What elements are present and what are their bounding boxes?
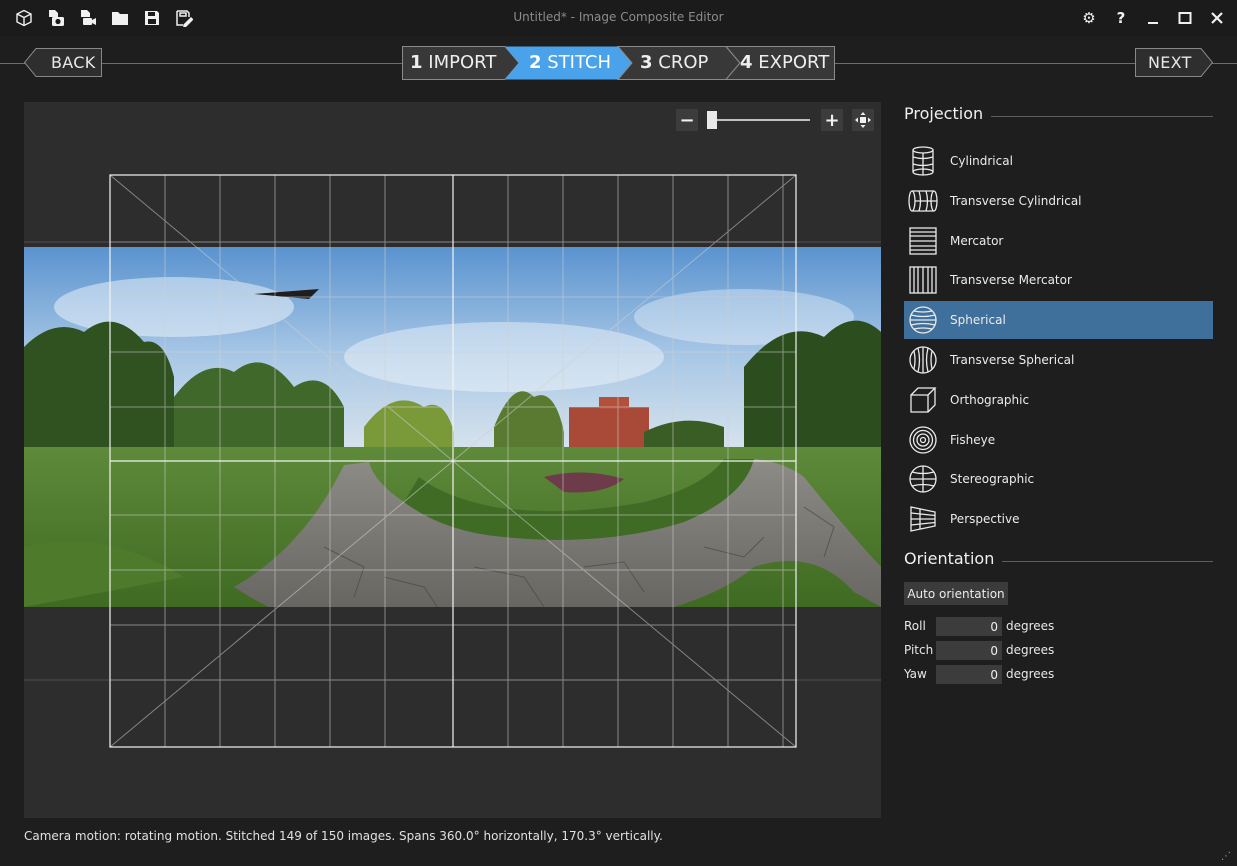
title-bar: Untitled* - Image Composite Editor ⚙ ? bbox=[0, 0, 1237, 36]
help-icon[interactable]: ? bbox=[1109, 6, 1133, 30]
pitch-label: Pitch bbox=[904, 643, 934, 657]
yaw-label: Yaw bbox=[904, 667, 927, 681]
open-project-icon[interactable] bbox=[110, 8, 130, 28]
projection-label: Mercator bbox=[950, 233, 1004, 248]
projection-label: Stereographic bbox=[950, 472, 1035, 487]
resize-grip-icon[interactable]: ⋰ bbox=[1221, 851, 1231, 862]
projection-label: Transverse Mercator bbox=[950, 273, 1072, 288]
projection-item-cylindrical[interactable]: Cylindrical bbox=[904, 142, 1213, 180]
projection-grid bbox=[24, 174, 881, 748]
yaw-unit: degrees bbox=[1006, 667, 1055, 681]
transverse-spherical-icon bbox=[905, 342, 941, 378]
fisheye-icon bbox=[905, 422, 941, 458]
back-label: BACK bbox=[51, 53, 96, 72]
projection-label: Orthographic bbox=[950, 392, 1030, 407]
mercator-icon bbox=[905, 223, 941, 259]
save-project-icon[interactable] bbox=[142, 8, 162, 28]
step-crop-label: CROP bbox=[658, 52, 709, 73]
projection-item-perspective[interactable]: Perspective bbox=[904, 500, 1213, 538]
perspective-icon bbox=[905, 501, 941, 537]
next-label: NEXT bbox=[1148, 53, 1192, 72]
pitch-input[interactable] bbox=[936, 641, 1002, 660]
save-as-icon[interactable] bbox=[174, 8, 194, 28]
projection-item-mercator[interactable]: Mercator bbox=[904, 222, 1213, 260]
status-message: Camera motion: rotating motion. Stitched… bbox=[24, 829, 663, 843]
step-export[interactable]: 4 EXPORT bbox=[740, 52, 829, 73]
window-controls: ⚙ ? bbox=[1077, 6, 1229, 30]
projection-label: Perspective bbox=[950, 512, 1020, 527]
new-from-video-icon[interactable] bbox=[78, 8, 98, 28]
roll-row: Roll degrees bbox=[904, 617, 1104, 636]
zoom-controls: − + bbox=[676, 108, 876, 132]
projection-label: Spherical bbox=[950, 313, 1006, 328]
zoom-slider[interactable] bbox=[708, 119, 810, 121]
orientation-heading-text: Orientation bbox=[904, 549, 1003, 568]
yaw-input[interactable] bbox=[936, 665, 1002, 684]
maximize-icon[interactable] bbox=[1173, 6, 1197, 30]
projection-label: Transverse Cylindrical bbox=[950, 193, 1082, 208]
settings-icon[interactable]: ⚙ bbox=[1077, 6, 1101, 30]
step-crop[interactable]: 3 CROP bbox=[640, 52, 708, 73]
orientation-panel: Orientation Auto orientation Roll degree… bbox=[904, 549, 1213, 684]
projection-label: Transverse Spherical bbox=[950, 352, 1075, 367]
yaw-row: Yaw degrees bbox=[904, 665, 1104, 684]
pitch-row: Pitch degrees bbox=[904, 641, 1104, 660]
step-export-number: 4 bbox=[740, 52, 753, 73]
transverse-mercator-icon bbox=[905, 262, 941, 298]
step-stitch-label: STITCH bbox=[547, 52, 612, 73]
spherical-icon bbox=[905, 302, 941, 338]
projection-label: Cylindrical bbox=[950, 154, 1013, 168]
zoom-out-button[interactable]: − bbox=[676, 109, 698, 131]
step-import[interactable]: 1 IMPORT bbox=[410, 52, 496, 73]
projection-item-stereographic[interactable]: Stereographic bbox=[904, 460, 1213, 498]
back-button[interactable]: BACK bbox=[24, 48, 102, 77]
projection-item-transverse-mercator[interactable]: Transverse Mercator bbox=[904, 261, 1213, 299]
step-stitch[interactable]: 2 STITCH bbox=[529, 52, 611, 73]
transverse-cylindrical-icon bbox=[905, 183, 941, 219]
step-import-label: IMPORT bbox=[428, 52, 497, 73]
zoom-slider-thumb[interactable] bbox=[707, 111, 717, 129]
projection-panel: Projection Cylindrical Transverse Cylind… bbox=[904, 104, 1213, 540]
orientation-heading: Orientation bbox=[904, 549, 1213, 575]
roll-unit: degrees bbox=[1006, 619, 1055, 633]
cylindrical-icon bbox=[905, 143, 941, 179]
auto-orientation-button[interactable]: Auto orientation bbox=[904, 582, 1008, 605]
step-export-label: EXPORT bbox=[758, 52, 830, 73]
roll-input[interactable] bbox=[936, 617, 1002, 636]
projection-heading: Projection bbox=[904, 104, 1213, 130]
projection-item-transverse-cylindrical[interactable]: Transverse Cylindrical bbox=[904, 182, 1213, 220]
fit-to-window-icon[interactable] bbox=[852, 109, 874, 131]
projection-item-transverse-spherical[interactable]: Transverse Spherical bbox=[904, 341, 1213, 379]
projection-list: Cylindrical Transverse Cylindrical Merca… bbox=[904, 142, 1213, 538]
projection-item-orthographic[interactable]: Orthographic bbox=[904, 381, 1213, 419]
quick-toolbar bbox=[14, 8, 194, 28]
projection-heading-text: Projection bbox=[904, 104, 992, 123]
projection-label: Fisheye bbox=[950, 432, 996, 447]
new-from-images-icon[interactable] bbox=[46, 8, 66, 28]
step-import-number: 1 bbox=[410, 52, 423, 73]
pitch-unit: degrees bbox=[1006, 643, 1055, 657]
next-button[interactable]: NEXT bbox=[1135, 48, 1213, 77]
zoom-in-button[interactable]: + bbox=[821, 109, 843, 131]
minimize-icon[interactable] bbox=[1141, 6, 1165, 30]
stereographic-icon bbox=[905, 461, 941, 497]
orthographic-icon bbox=[905, 382, 941, 418]
roll-label: Roll bbox=[904, 619, 926, 633]
new-panorama-icon[interactable] bbox=[14, 8, 34, 28]
step-crop-number: 3 bbox=[640, 52, 653, 73]
workflow-steps: 1 IMPORT 2 STITCH 3 CROP 4 EXPORT bbox=[402, 46, 835, 80]
preview-canvas[interactable]: − + bbox=[24, 102, 881, 818]
projection-item-spherical[interactable]: Spherical bbox=[904, 301, 1213, 340]
projection-item-fisheye[interactable]: Fisheye bbox=[904, 421, 1213, 459]
close-icon[interactable] bbox=[1205, 6, 1229, 30]
step-stitch-number: 2 bbox=[529, 52, 542, 73]
